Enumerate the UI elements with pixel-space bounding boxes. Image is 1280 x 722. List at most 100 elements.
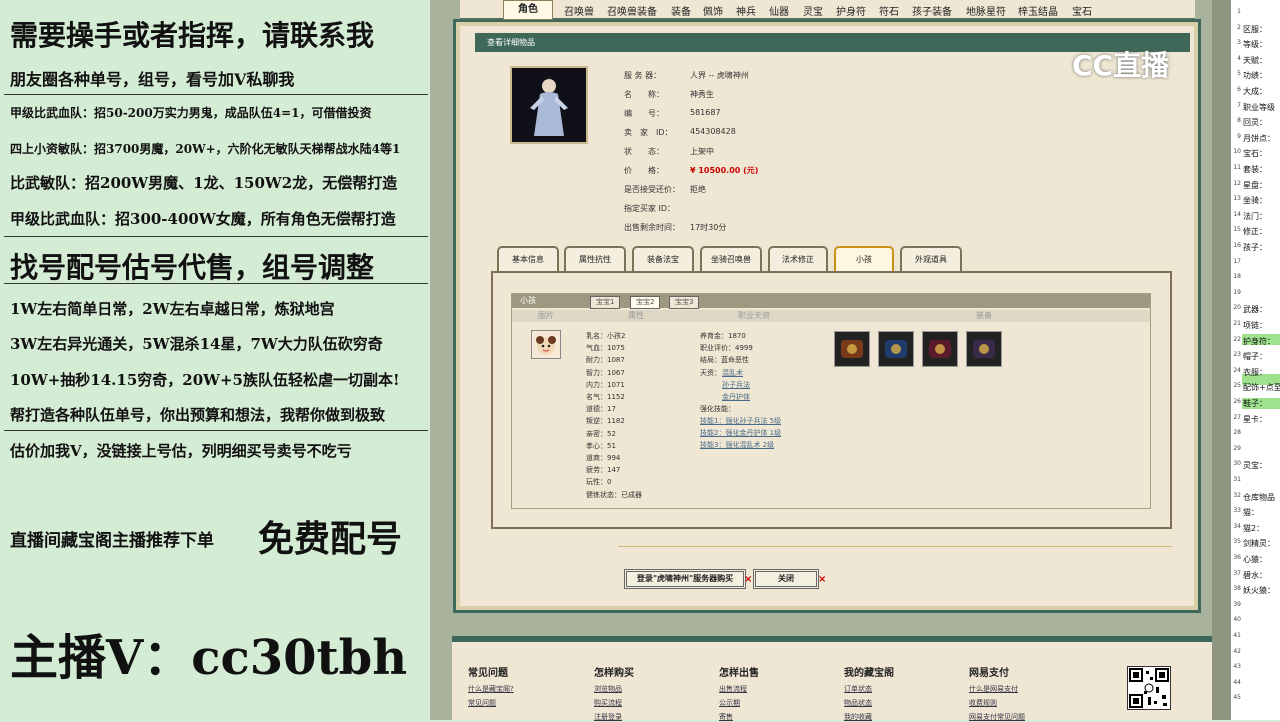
close-button[interactable]: 关闭 bbox=[753, 569, 819, 589]
child-stat: 名气：1152 bbox=[586, 393, 625, 401]
footer-link[interactable]: 订单状态 bbox=[844, 684, 872, 694]
character-portrait bbox=[510, 66, 588, 144]
row-number: 41 bbox=[1233, 632, 1241, 639]
login-close-icon: × bbox=[744, 574, 753, 585]
footer-link[interactable]: 什么是藏宝阁? bbox=[468, 684, 514, 694]
tab-13[interactable]: 宝石 bbox=[1072, 3, 1092, 18]
equipment-slot[interactable] bbox=[966, 331, 1002, 367]
row-number: 10 bbox=[1233, 148, 1241, 156]
footer-link[interactable]: 我的收藏 bbox=[844, 712, 872, 722]
footer-heading: 怎样出售 bbox=[719, 668, 759, 679]
info-label: 出售剩余时间： bbox=[624, 223, 680, 232]
footer-link[interactable]: 注册登录 bbox=[594, 712, 622, 722]
detail-tab-4[interactable]: 法术修正 bbox=[768, 246, 828, 271]
skill-link[interactable]: 技能1：强化孙子兵法 5级 bbox=[700, 416, 781, 426]
row-number: 11 bbox=[1233, 164, 1241, 171]
tab-12[interactable]: 梓玉结晶 bbox=[1018, 3, 1058, 18]
talent-link[interactable]: 混乱术 bbox=[722, 368, 743, 378]
footer-link[interactable]: 物品状态 bbox=[844, 698, 872, 708]
page-scrollbar[interactable] bbox=[1212, 0, 1230, 720]
skill-link[interactable]: 技能2：强化金丹护体 1级 bbox=[700, 428, 781, 438]
row-number: 23 bbox=[1233, 351, 1241, 359]
cell-text: 猫： bbox=[1243, 508, 1259, 518]
child-info: 职业评价：4999 bbox=[700, 344, 753, 353]
row-number: 45 bbox=[1233, 694, 1241, 702]
tab-5[interactable]: 神兵 bbox=[736, 3, 756, 18]
footer-link[interactable]: 什么是网易支付 bbox=[969, 684, 1018, 694]
cell-text: 法门： bbox=[1243, 211, 1267, 221]
tab-8[interactable]: 护身符 bbox=[836, 3, 866, 18]
footer-link[interactable]: 寄售 bbox=[719, 712, 733, 722]
info-label: 指定买家 ID： bbox=[624, 204, 676, 213]
info-label: 价 格： bbox=[624, 166, 664, 175]
skill-link[interactable]: 技能3：强化混乱术 2级 bbox=[700, 440, 774, 450]
cell-text: 武器： bbox=[1243, 305, 1267, 315]
tab-11[interactable]: 地脉星符 bbox=[966, 3, 1006, 18]
detail-tab-1[interactable]: 属性抗性 bbox=[564, 246, 626, 271]
tab-10[interactable]: 孩子装备 bbox=[912, 3, 952, 18]
promo-line: 朋友圈各种单号，组号，看号加V私聊我 bbox=[10, 70, 295, 89]
detail-tab-2[interactable]: 装备法宝 bbox=[632, 246, 694, 271]
cell-text: 职业等级 bbox=[1243, 102, 1275, 112]
cell-text: 区服： bbox=[1243, 24, 1267, 34]
promo-line: 比武敏队：招200W男魔、1龙、150W2龙，无偿帮打造 bbox=[10, 174, 398, 192]
detail-tab-0[interactable]: 基本信息 bbox=[497, 246, 559, 271]
row-number: 40 bbox=[1233, 616, 1241, 624]
info-value: 拒绝 bbox=[690, 185, 706, 194]
footer-link[interactable]: 出售流程 bbox=[719, 684, 747, 694]
footer-link[interactable]: 网易支付常见问题 bbox=[969, 712, 1025, 722]
footer-link[interactable]: 公示期 bbox=[719, 698, 740, 708]
row-number: 32 bbox=[1233, 491, 1241, 499]
info-value: 17时30分 bbox=[690, 223, 727, 232]
detail-tab-5[interactable]: 小孩 bbox=[834, 246, 894, 271]
row-number: 27 bbox=[1233, 413, 1241, 421]
tab-4[interactable]: 佩饰 bbox=[703, 3, 723, 18]
child-stat: 道商：994 bbox=[586, 454, 621, 462]
login-buy-button[interactable]: 登录"虎啸神州"服务器购买 bbox=[624, 569, 746, 589]
child-subtab-2[interactable]: 宝宝3 bbox=[669, 296, 700, 309]
row-number: 36 bbox=[1233, 554, 1241, 561]
tab-9[interactable]: 符石 bbox=[879, 3, 899, 18]
cell-text: 灵宝： bbox=[1243, 461, 1267, 471]
footer-heading: 我的藏宝阁 bbox=[844, 668, 894, 679]
info-value: 454308428 bbox=[690, 127, 736, 136]
row-number: 19 bbox=[1233, 288, 1241, 296]
tab-0[interactable]: 角色 bbox=[503, 0, 553, 20]
promo-line: 免费配号 bbox=[258, 518, 403, 560]
child-subtab-1[interactable]: 宝宝2 bbox=[630, 296, 661, 309]
talent-link[interactable]: 孙子兵法 bbox=[722, 380, 750, 390]
detail-tab-3[interactable]: 坐骑召唤兽 bbox=[700, 246, 762, 271]
promo-line: 主播V：cc30tbh bbox=[10, 630, 408, 686]
child-stat: 耐力：1087 bbox=[586, 356, 625, 365]
promo-line: 需要操手或者指挥，请联系我 bbox=[10, 19, 375, 52]
child-stat: 乳名：小孩2 bbox=[586, 332, 626, 340]
footer-link[interactable]: 购买流程 bbox=[594, 698, 622, 708]
promo-line: 甲级比武血队：招50-200万实力男鬼，成品队伍4=1，可借借投资 bbox=[10, 106, 372, 120]
column-header: 职业天资 bbox=[738, 311, 770, 320]
row-number: 35 bbox=[1233, 538, 1241, 546]
child-stat: 道德：17 bbox=[586, 405, 616, 414]
tab-7[interactable]: 灵宝 bbox=[803, 3, 823, 18]
tab-6[interactable]: 仙器 bbox=[769, 3, 789, 18]
child-info: 天资： bbox=[700, 368, 721, 377]
detail-tab-6[interactable]: 外观道具 bbox=[900, 246, 962, 271]
equipment-slot[interactable] bbox=[922, 331, 958, 367]
talent-link[interactable]: 金丹护体 bbox=[722, 392, 750, 402]
cell-text: 鞋子： bbox=[1243, 399, 1267, 408]
row-number: 28 bbox=[1233, 429, 1241, 437]
footer-link[interactable]: 常见问题 bbox=[468, 698, 496, 708]
info-label: 服 务 器： bbox=[624, 71, 662, 80]
equipment-slot[interactable] bbox=[878, 331, 914, 367]
row-number: 5 bbox=[1237, 70, 1241, 78]
column-header: 图片 bbox=[538, 311, 554, 320]
divider bbox=[4, 283, 428, 284]
row-number: 29 bbox=[1233, 444, 1241, 452]
tab-2[interactable]: 召唤兽装备 bbox=[607, 3, 657, 18]
footer-link[interactable]: 浏览物品 bbox=[594, 684, 622, 694]
child-subtab-0[interactable]: 宝宝1 bbox=[590, 296, 621, 309]
tab-3[interactable]: 装备 bbox=[671, 3, 691, 18]
row-number: 15 bbox=[1233, 226, 1241, 234]
footer-link[interactable]: 收费规则 bbox=[969, 698, 997, 708]
equipment-slot[interactable] bbox=[834, 331, 870, 367]
tab-1[interactable]: 召唤兽 bbox=[564, 3, 594, 18]
